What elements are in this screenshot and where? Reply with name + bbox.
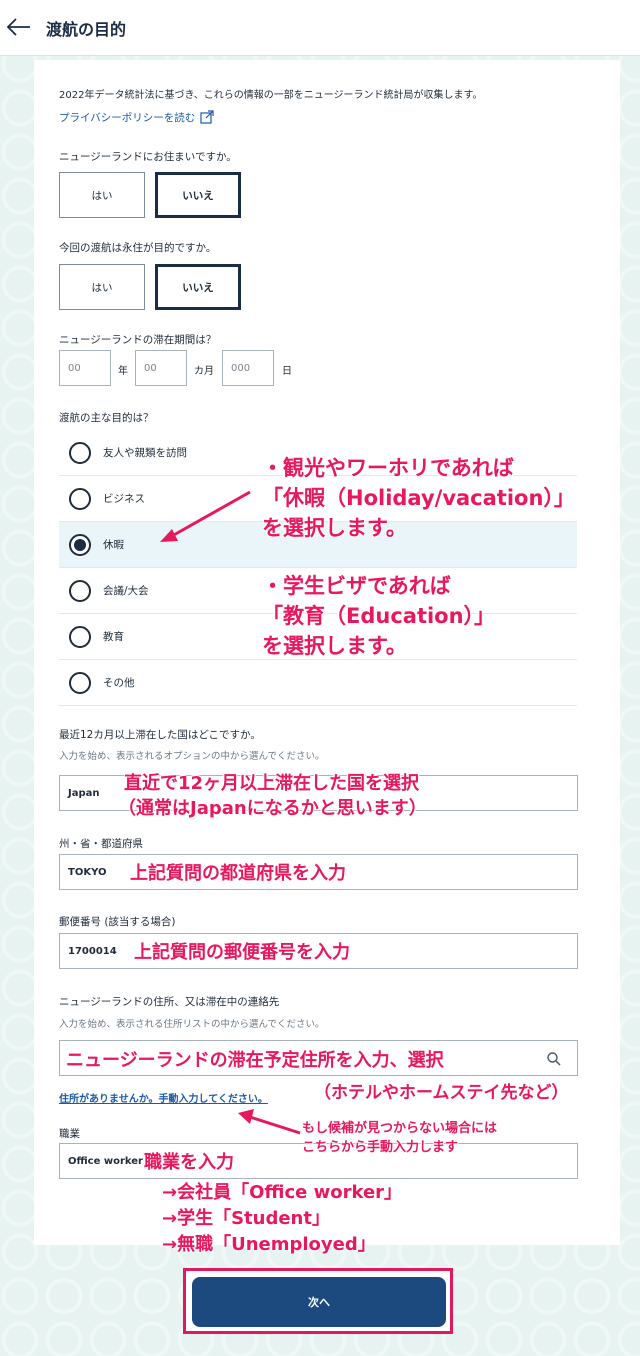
annotation-education-line3: を選択します。 [262,634,407,658]
annotation-holiday-line2: 「休暇（Holiday/vacation）」 [262,486,575,510]
annotation-occupation-line1: 職業を入力 [144,1152,234,1173]
annotation-manual-line1: もし候補が見つからない場合には [302,1121,498,1136]
annotation-occupation-line3: →学生「Student」 [162,1208,330,1229]
annotation-address-example: （ホテルやホームステイ先など） [314,1083,569,1103]
annotation-education-line2: 「教育（Education）」 [262,604,496,628]
annotation-holiday-line1: ・観光やワーホリであれば [262,456,514,480]
annotation-occupation-line2: →会社員「Office worker」 [162,1182,403,1203]
annotation-manual-line2: こちらから手動入力します [302,1140,459,1155]
manual-arrow-head [238,1109,254,1124]
annotation-occupation-line4: →無職「Unemployed」 [162,1234,376,1255]
annotation-state: 上記質問の都道府県を入力 [130,863,346,884]
holiday-arrow [171,490,251,538]
annotation-holiday-line3: を選択します。 [262,516,407,540]
annotation-education-line1: ・学生ビザであれば [262,574,451,598]
manual-arrow [249,1115,301,1135]
annotation-address: ニュージーランドの滞在予定住所を入力、選択 [66,1050,444,1071]
annotation-country-line1: 直近で12ヶ月以上滞在した国を選択 [124,773,420,794]
annotation-country-line2: （通常はJapanになるかと思います） [118,798,427,819]
annotation-postcode: 上記質問の郵便番号を入力 [134,942,350,963]
